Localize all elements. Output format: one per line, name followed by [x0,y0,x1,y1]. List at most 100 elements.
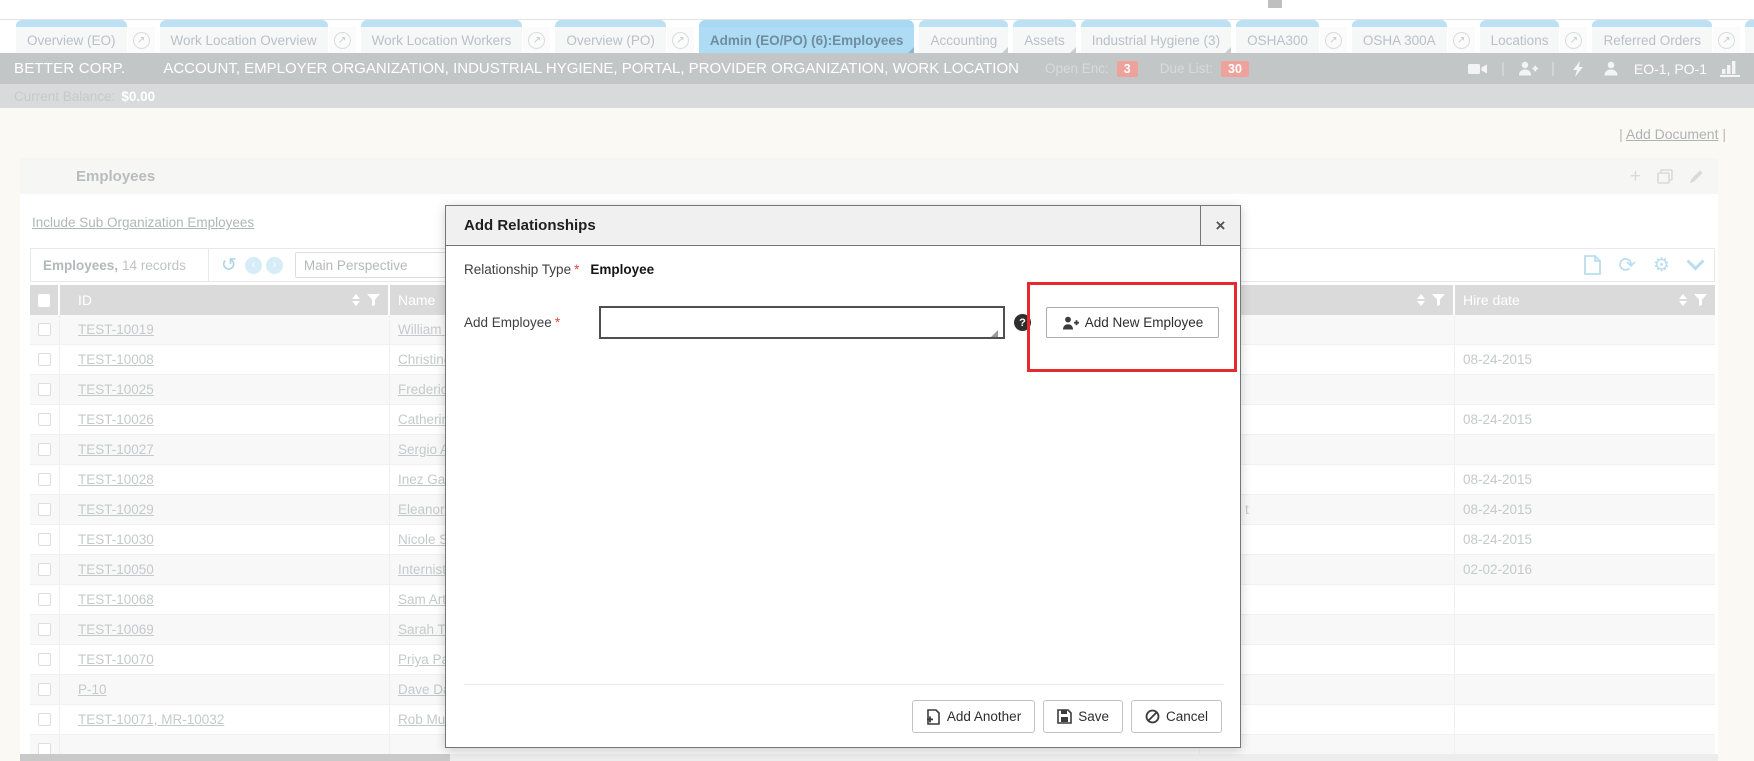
column-header-hire-date[interactable]: Hire date [1455,285,1715,315]
row-checkbox[interactable] [38,713,51,726]
module-tab[interactable]: Work Location Workers ↗ [361,20,551,53]
modal-header[interactable]: Add Relationships × [446,206,1240,246]
row-checkbox[interactable] [38,533,51,546]
gear-icon[interactable]: ⚙ [1653,256,1670,275]
row-checkbox[interactable] [38,413,51,426]
filter-funnel-icon[interactable] [1694,294,1707,306]
employee-name-link[interactable]: Sam Artl [398,592,449,607]
open-in-new-window-button[interactable]: ↗ [1448,27,1475,53]
open-in-new-window-button[interactable]: ↗ [329,27,356,53]
scrollbar-thumb[interactable] [20,754,450,761]
textarea-resize-handle[interactable] [991,330,998,337]
employee-name-link[interactable]: Dave Da [398,682,451,697]
open-in-new-window-button[interactable]: ↗ [128,27,155,53]
employee-id-link[interactable]: TEST-10071, MR-10032 [78,712,224,727]
module-tab[interactable]: Overview (PO) ↗ [555,20,694,53]
copy-pages-icon[interactable] [1657,169,1673,184]
save-button[interactable]: Save [1043,700,1123,733]
new-document-icon[interactable] [1584,255,1601,275]
add-another-button[interactable]: Add Another [912,700,1035,733]
row-checkbox[interactable] [38,623,51,636]
employee-id-link[interactable]: TEST-10029 [78,502,154,517]
open-in-new-window-button[interactable]: ↗ [1560,27,1587,53]
row-checkbox[interactable] [38,683,51,696]
row-checkbox[interactable] [38,383,51,396]
module-tab[interactable]: Locations ↗ [1480,20,1588,53]
employee-id-link[interactable]: TEST-10026 [78,412,154,427]
employee-name-link[interactable]: Internist [398,562,446,577]
due-list-badge[interactable]: 30 [1221,61,1249,77]
add-document-link[interactable]: Add Document [1626,126,1719,142]
open-in-new-window-button[interactable]: ↗ [667,27,694,53]
lightning-bolt-icon[interactable] [1568,61,1588,77]
employee-id-link[interactable]: TEST-10030 [78,532,154,547]
module-tab[interactable]: Portal Manage [1745,20,1754,53]
row-checkbox[interactable] [38,443,51,456]
add-person-icon[interactable] [1518,61,1538,77]
perspective-select[interactable]: Main Perspective ▾ [295,252,462,278]
employee-name-link[interactable]: Christine [398,352,451,367]
employee-id-link[interactable]: TEST-10019 [78,322,154,337]
module-tab[interactable]: Admin (EO/PO) (6):Employees [699,20,915,53]
chevron-down-icon[interactable] [1687,260,1704,271]
row-checkbox[interactable] [38,353,51,366]
employee-name-link[interactable]: William I [398,322,449,337]
open-in-new-window-button[interactable]: ↗ [523,27,550,53]
module-tab[interactable]: Referred Orders ↗ [1592,20,1740,53]
module-tab[interactable]: OSHA 300A ↗ [1352,20,1475,53]
sort-icon[interactable] [1417,294,1425,306]
bar-chart-icon[interactable] [1720,61,1740,77]
edit-pencil-icon[interactable] [1689,169,1704,184]
module-tab[interactable]: Industrial Hygiene (3) [1081,20,1231,53]
add-employee-input[interactable] [599,306,1005,339]
employee-id-link[interactable]: TEST-10025 [78,382,154,397]
employee-id-link[interactable]: TEST-10068 [78,592,154,607]
video-camera-icon[interactable] [1468,61,1488,77]
open-in-new-window-button[interactable]: ↗ [1713,27,1740,53]
row-checkbox[interactable] [38,323,51,336]
employee-id-link[interactable]: TEST-10069 [78,622,154,637]
pager-next-button[interactable]: › [266,257,283,274]
module-tab[interactable]: Work Location Overview ↗ [160,20,356,53]
person-icon[interactable] [1601,61,1621,77]
employee-name-link[interactable]: Nicole S [398,532,448,547]
sort-icon[interactable] [352,294,360,306]
filter-funnel-icon[interactable] [367,294,380,306]
select-all-checkbox[interactable] [30,285,60,315]
row-checkbox[interactable] [38,503,51,516]
module-tab[interactable]: OSHA300 ↗ [1236,20,1347,53]
employee-name-link[interactable]: Sergio A [398,442,449,457]
cancel-button[interactable]: Cancel [1131,700,1222,733]
grid-refresh-button[interactable]: ↺ [221,256,237,275]
sort-icon[interactable] [1679,294,1687,306]
module-tab[interactable]: Overview (EO) ↗ [16,20,155,53]
employee-id-link[interactable]: TEST-10028 [78,472,154,487]
filter-funnel-icon[interactable] [1432,294,1445,306]
employee-id-link[interactable]: TEST-10070 [78,652,154,667]
employee-name-link[interactable]: Priya Pa [398,652,449,667]
open-enc-badge[interactable]: 3 [1117,61,1138,77]
employee-name-link[interactable]: Eleanor [398,502,445,517]
module-tab[interactable]: Assets [1013,20,1076,53]
employee-id-link[interactable]: TEST-10050 [78,562,154,577]
employee-id-link[interactable]: TEST-10008 [78,352,154,367]
close-icon[interactable]: × [1200,206,1240,246]
employee-id-link[interactable]: P-10 [78,682,107,697]
open-in-new-window-button[interactable]: ↗ [1320,27,1347,53]
row-checkbox[interactable] [38,593,51,606]
row-checkbox[interactable] [38,563,51,576]
module-tab[interactable]: Accounting [919,20,1008,53]
pager-prev-button[interactable]: ‹ [245,257,262,274]
horizontal-scrollbar[interactable] [20,754,1718,761]
employee-name-link[interactable]: Rob Mu [398,712,445,727]
row-checkbox[interactable] [38,473,51,486]
employee-name-link[interactable]: Sarah Tl [398,622,449,637]
employee-name-link[interactable]: Catherin [398,412,449,427]
add-icon[interactable]: + [1630,167,1641,186]
column-header-id[interactable]: ID [60,285,390,315]
employee-name-link[interactable]: Frederic [398,382,448,397]
include-sub-org-employees-link[interactable]: Include Sub Organization Employees [32,215,254,230]
employee-id-link[interactable]: TEST-10027 [78,442,154,457]
employee-name-link[interactable]: Inez Gar [398,472,450,487]
sync-icon[interactable]: ⟳ [1618,255,1636,276]
